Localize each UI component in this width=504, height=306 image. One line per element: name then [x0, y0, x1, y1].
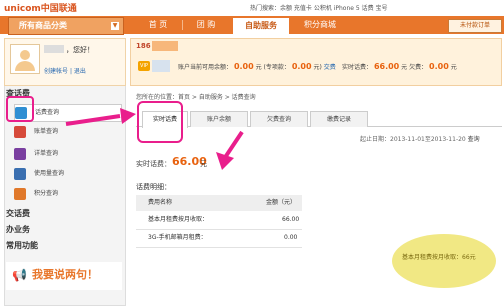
sidebar-item-label: 积分查询	[34, 190, 59, 197]
nav-divider	[182, 20, 183, 30]
special-fund-unit: 元)	[313, 64, 322, 71]
logout-link[interactable]: 退出	[74, 68, 86, 75]
column-header-fee-name: 费用名称	[148, 199, 173, 206]
unpaid-orders-button[interactable]: 未付款订单	[448, 19, 502, 33]
realtime-fee-unit: 元	[200, 160, 207, 168]
avatar-head	[20, 50, 30, 60]
avatar-body	[15, 61, 35, 71]
vip-mask	[152, 60, 170, 72]
special-fund-label: (专项款：	[263, 64, 290, 71]
realtime-fee-label: 实时话费：	[342, 64, 373, 71]
avatar	[10, 44, 40, 74]
column-header-amount: 金额（元）	[266, 199, 297, 206]
unicom-logo[interactable]: unicom中国联通	[4, 1, 77, 14]
sidebar-item-usage-query[interactable]: 使用量查询	[14, 166, 120, 182]
special-fund-value: 0.00	[291, 62, 312, 71]
chevron-down-icon: ▼	[111, 22, 119, 30]
date-range: 起止日期：2013-11-01至2013-11-20 查询	[360, 134, 480, 143]
highlight-box-sidebar	[6, 96, 34, 122]
sidebar-item-points-query[interactable]: 积分查询	[14, 186, 120, 202]
fee-amount-cell: 66.00	[282, 216, 300, 223]
megaphone-icon: 📢	[12, 268, 27, 282]
account-links: 创建帐号 | 退出	[44, 66, 86, 75]
points-icon	[14, 188, 26, 200]
balance-unit: 元	[255, 64, 262, 71]
sidebar-section-business[interactable]: 办业务	[6, 224, 30, 236]
sidebar-item-label: 话费查询	[35, 109, 60, 116]
nav-tab-points-mall[interactable]: 积分商城	[292, 17, 348, 33]
greeting-text: ，您好！	[66, 46, 94, 54]
pointer-arrow-icon	[216, 130, 244, 170]
arrears-label: 欠费：	[409, 64, 428, 71]
usage-icon	[14, 168, 26, 180]
fee-amount-cell: 0.00	[284, 234, 298, 241]
create-account-link[interactable]: 创建帐号	[44, 68, 68, 75]
realtime-fee-value: 66.00	[373, 62, 400, 71]
vip-badge: VIP	[138, 61, 150, 71]
fee-name-cell: 3G-手机邮箱月租费：	[148, 234, 207, 241]
fee-name-cell: 基本月租费按月收取：	[148, 216, 209, 223]
balance-value: 0.00	[233, 62, 254, 71]
bill-icon	[14, 126, 26, 138]
recharge-link[interactable]: 交费	[324, 64, 336, 71]
link-separator: |	[69, 68, 72, 75]
balance-info: 账户当前可用余额： 0.00 元 (专项款： 0.00 元) 交费	[178, 62, 336, 71]
sidebar-section-common[interactable]: 常用功能	[6, 240, 38, 252]
category-label: 所有商品分类	[19, 21, 67, 30]
annotation-bubble-text: 基本月租费按月收取：66元	[402, 254, 476, 261]
query-button[interactable]: 查询	[468, 136, 480, 143]
pointer-arrow-icon	[65, 108, 136, 126]
fee-info: 实时话费： 66.00 元 欠费： 0.00 元	[342, 62, 457, 71]
phone-number: 186	[136, 42, 151, 50]
detail-icon	[14, 148, 26, 160]
sidebar-item-label: 使用量查询	[34, 170, 65, 177]
realtime-fee-unit: 元	[401, 64, 408, 71]
category-menu[interactable]: 所有商品分类 ▼	[8, 17, 124, 35]
nav-tab-self-service[interactable]: 自助服务	[232, 17, 290, 34]
tab-payment-records[interactable]: 缴费记录	[310, 111, 368, 127]
date-range-text: 起止日期：2013-11-01至2013-11-20	[360, 136, 466, 143]
sidebar-item-label: 详单查询	[34, 150, 59, 157]
phone-number-mask	[152, 41, 178, 51]
nav-tab-groupbuy[interactable]: 团 购	[184, 17, 228, 33]
fee-detail-title: 话费明细：	[136, 183, 171, 191]
sidebar-section-pay[interactable]: 交话费	[6, 208, 30, 220]
nav-tab-home[interactable]: 首 页	[136, 17, 180, 33]
hot-search-links[interactable]: 热门搜索：余额 充值卡 公积机 iPhone 5 话费 宝号	[250, 3, 388, 12]
username-masked	[44, 45, 64, 53]
sidebar-item-label: 账单查询	[34, 128, 59, 135]
feedback-promo-text: 我要说两句！	[32, 268, 98, 281]
tab-account-balance[interactable]: 账户余额	[190, 111, 248, 127]
highlight-box-tab	[137, 101, 183, 143]
realtime-fee-label: 实时话费：	[136, 160, 171, 168]
arrears-value: 0.00	[429, 62, 449, 71]
breadcrumb[interactable]: 您所在的位置：首页 > 自助服务 > 话费查询	[136, 92, 256, 101]
balance-label: 账户当前可用余额：	[178, 64, 233, 71]
tab-arrears-query[interactable]: 欠费查询	[250, 111, 308, 127]
sidebar-item-detail-query[interactable]: 详单查询	[14, 146, 120, 162]
arrears-unit: 元	[450, 64, 457, 71]
feedback-promo[interactable]: 📢 我要说两句！	[6, 262, 122, 290]
annotation-bubble	[392, 234, 496, 288]
